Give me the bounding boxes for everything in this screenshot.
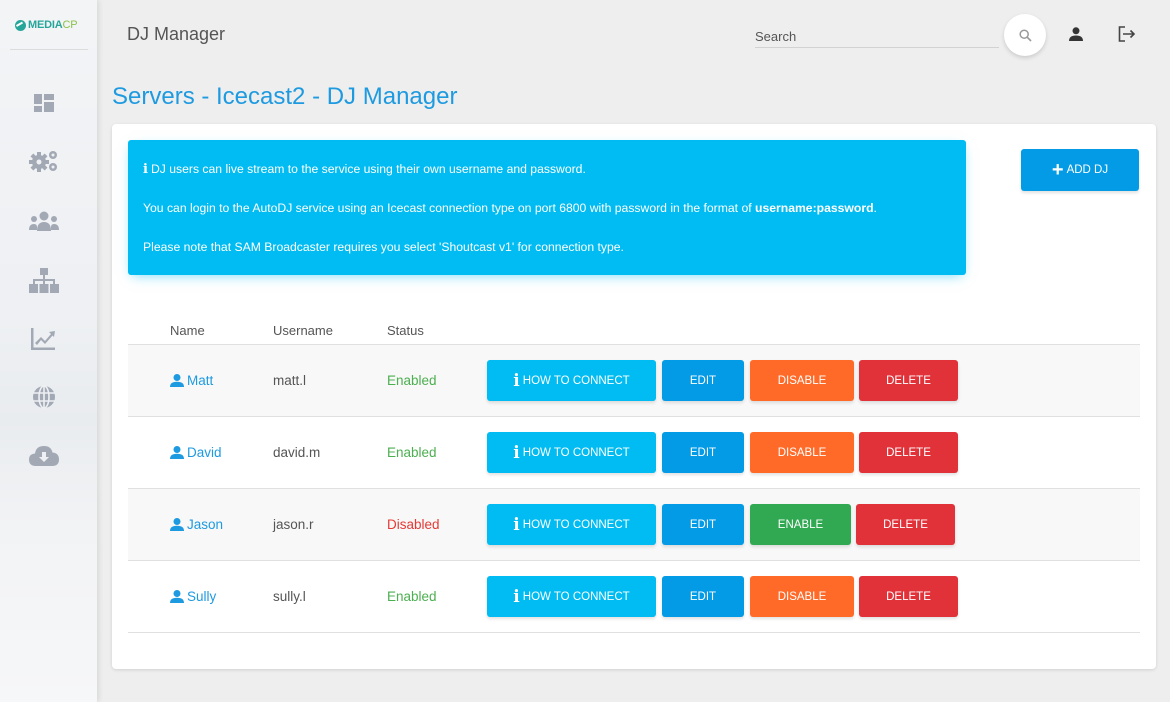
info-icon: i	[143, 162, 148, 177]
how-to-connect-button[interactable]: i HOW TO CONNECT	[487, 360, 656, 401]
how-to-connect-button[interactable]: i HOW TO CONNECT	[487, 504, 656, 545]
how-to-connect-label: HOW TO CONNECT	[522, 518, 630, 531]
dj-status: Enabled	[387, 589, 437, 604]
header-name: Name	[170, 323, 205, 338]
info-icon: i	[513, 586, 520, 607]
table-row: Matt matt.l Enabled i HOW TO CONNECT EDIT DISA…	[128, 345, 1140, 417]
how-to-connect-button[interactable]: i HOW TO CONNECT	[487, 432, 656, 473]
dj-name: David	[187, 445, 222, 460]
delete-button[interactable]: DELETE	[856, 504, 955, 545]
dj-name-link[interactable]: Sully	[170, 589, 216, 604]
dj-name: Sully	[187, 589, 217, 604]
alert-line-1: i DJ users can live stream to the service…	[143, 160, 951, 199]
edit-button[interactable]: EDIT	[662, 504, 744, 545]
user-icon	[170, 446, 184, 459]
how-to-connect-label: HOW TO CONNECT	[522, 590, 630, 603]
dj-username: jason.r	[273, 517, 314, 532]
disable-button[interactable]: DISABLE	[750, 360, 854, 401]
dj-status: Disabled	[387, 517, 440, 532]
dj-username: david.m	[273, 445, 321, 460]
disable-button[interactable]: DISABLE	[750, 432, 854, 473]
search-icon	[1018, 28, 1032, 42]
profile-button[interactable]	[1066, 24, 1086, 44]
add-dj-label: ADD DJ	[1066, 164, 1109, 176]
mediacp-logo[interactable]: MEDIA CP	[15, 17, 85, 33]
info-icon: i	[513, 370, 520, 391]
sitemap-icon	[29, 268, 59, 293]
dj-name-link[interactable]: David	[170, 445, 222, 460]
page-title: Servers - Icecast2 - DJ Manager	[112, 83, 458, 110]
dj-name: Matt	[187, 373, 214, 388]
search-field	[755, 22, 999, 48]
sidebar-item-download[interactable]	[28, 442, 60, 468]
header-username: Username	[273, 323, 333, 338]
alert-line-1-text: DJ users can live stream to the service …	[150, 162, 586, 176]
delete-button[interactable]: DELETE	[859, 432, 958, 473]
globe-icon	[33, 385, 55, 409]
plus-icon: +	[1051, 159, 1064, 181]
dj-manager-card: i DJ users can live stream to the service…	[112, 124, 1156, 669]
edit-button[interactable]: EDIT	[662, 432, 744, 473]
user-icon	[170, 518, 184, 531]
table-body: Matt matt.l Enabled i HOW TO CONNECT EDIT DISA…	[128, 345, 1140, 633]
disable-button[interactable]: DISABLE	[750, 576, 854, 617]
alert-line-3: Please note that SAM Broadcaster require…	[143, 240, 624, 254]
dj-table: Name Username Status Matt matt.l Enabled i H…	[128, 310, 1140, 633]
dj-status: Enabled	[387, 445, 437, 460]
delete-button[interactable]: DELETE	[859, 360, 958, 401]
dj-username: matt.l	[273, 373, 307, 388]
alert-line-2-suffix: .	[873, 201, 877, 215]
sidebar-item-network[interactable]	[28, 268, 60, 294]
info-icon: i	[513, 514, 520, 535]
edit-button[interactable]: EDIT	[662, 360, 744, 401]
add-dj-button[interactable]: + ADD DJ	[1021, 149, 1139, 191]
table-row: Jason jason.r Disabled i HOW TO CONNECT EDIT E…	[128, 489, 1140, 561]
table-row: David david.m Enabled i HOW TO CONNECT EDIT DI…	[128, 417, 1140, 489]
sidebar-item-statistics[interactable]	[28, 326, 60, 352]
dj-username: sully.l	[273, 589, 306, 604]
delete-button[interactable]: DELETE	[859, 576, 958, 617]
cloud-download-icon	[29, 446, 59, 466]
alert-line-2: You can login to the AutoDJ service usin…	[143, 199, 951, 238]
edit-button[interactable]: EDIT	[662, 576, 744, 617]
logo-divider	[10, 49, 88, 50]
sidebar-item-settings[interactable]	[28, 148, 60, 174]
user-icon	[170, 374, 184, 387]
search-input[interactable]	[755, 22, 999, 46]
dashboard-icon	[34, 94, 54, 112]
dj-status: Enabled	[387, 373, 437, 388]
header-status: Status	[387, 323, 424, 338]
logo-mark-icon	[15, 19, 26, 31]
alert-line-2-prefix: You can login to the AutoDJ service usin…	[143, 201, 755, 215]
dj-name: Jason	[187, 517, 224, 532]
logout-button[interactable]	[1117, 24, 1137, 44]
how-to-connect-label: HOW TO CONNECT	[522, 374, 630, 387]
table-row: Sully sully.l Enabled i HOW TO CONNECT EDIT DI…	[128, 561, 1140, 633]
user-icon	[1069, 27, 1083, 41]
sidebar-item-web[interactable]	[28, 384, 60, 410]
app-title: DJ Manager	[127, 24, 226, 44]
dj-name-link[interactable]: Matt	[170, 373, 213, 388]
users-icon	[29, 211, 59, 231]
gears-icon	[29, 151, 57, 172]
sidebar: MEDIA CP	[0, 0, 97, 702]
how-to-connect-button[interactable]: i HOW TO CONNECT	[487, 576, 656, 617]
sidebar-item-dashboard[interactable]	[28, 90, 60, 116]
dj-name-link[interactable]: Jason	[170, 517, 223, 532]
alert-line-2-bold: username:password	[755, 201, 874, 215]
how-to-connect-label: HOW TO CONNECT	[522, 446, 630, 459]
chart-line-icon	[31, 328, 55, 350]
sidebar-item-users[interactable]	[28, 208, 60, 234]
info-icon: i	[513, 442, 520, 463]
logo-text-cp: CP	[62, 19, 78, 31]
logout-icon	[1118, 26, 1136, 42]
table-header: Name Username Status	[128, 310, 1140, 345]
search-button[interactable]	[1004, 14, 1046, 56]
info-alert: i DJ users can live stream to the service…	[128, 140, 966, 275]
logo-text-media: MEDIA	[28, 19, 63, 31]
user-icon	[170, 590, 184, 603]
enable-button[interactable]: ENABLE	[750, 504, 851, 545]
